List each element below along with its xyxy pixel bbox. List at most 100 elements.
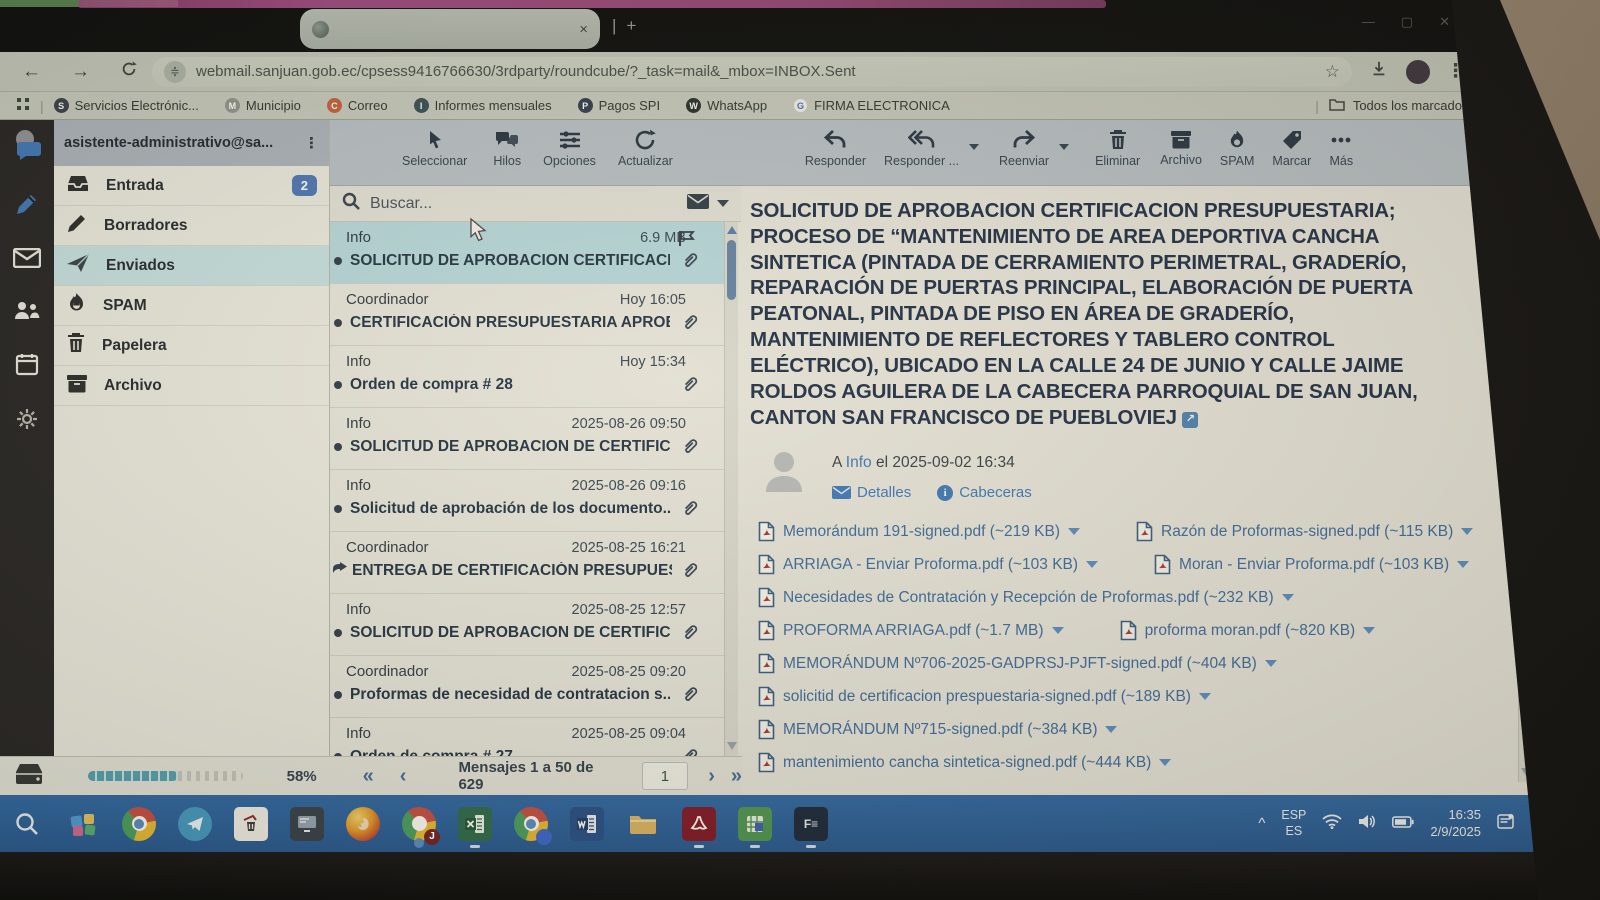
scrollbar-thumb[interactable] (727, 240, 736, 300)
calendar-icon[interactable] (15, 352, 39, 381)
settings-icon[interactable] (15, 407, 39, 436)
bookmark-star-icon[interactable]: ☆ (1325, 62, 1340, 82)
close-icon[interactable]: ✕ (1439, 14, 1450, 30)
bookmark-firma[interactable]: GFIRMA ELECTRONICA (793, 98, 950, 113)
message-row[interactable]: Coordinador2025-08-25 09:20 Proformas de… (330, 656, 724, 718)
attachment-item[interactable]: MEMORÁNDUM Nº706-2025-GADPRSJ-PJFT-signe… (758, 653, 1277, 674)
apps-grid-icon[interactable] (16, 97, 30, 114)
message-row[interactable]: Info2025-08-25 12:57 SOLICITUD DE APROBA… (330, 594, 724, 656)
list-scrollbar[interactable] (724, 222, 738, 756)
attachment-item[interactable]: mantenimiento cancha sintetica-signed.pd… (758, 752, 1171, 773)
reload-icon[interactable] (120, 60, 138, 84)
threads-button[interactable]: Hilos (493, 120, 521, 168)
reply-all-button[interactable]: Responder ... (884, 120, 959, 168)
taskbar-word-icon[interactable] (570, 807, 604, 841)
search-bar[interactable] (330, 186, 741, 222)
prev-page-button[interactable]: ‹ (400, 765, 407, 788)
forward-menu-caret[interactable] (1059, 144, 1069, 150)
site-info-icon[interactable]: ≑ (164, 61, 186, 83)
spam-button[interactable]: SPAM (1220, 120, 1255, 168)
next-page-button[interactable]: › (708, 765, 715, 788)
bookmark-informes[interactable]: IInformes mensuales (414, 98, 552, 113)
battery-icon[interactable] (1392, 815, 1414, 833)
folder-spam[interactable]: SPAM (54, 286, 329, 326)
maximize-icon[interactable]: ▢ (1401, 14, 1413, 30)
reply-button[interactable]: Responder (805, 120, 866, 168)
attachment-item[interactable]: proforma moran.pdf (~820 KB) (1120, 620, 1376, 641)
taskbar-fsc-icon[interactable]: F≡ (794, 807, 828, 841)
browser-menu-icon[interactable]: ⋮ (1446, 60, 1465, 83)
compose-icon[interactable] (14, 191, 40, 222)
last-page-button[interactable]: » (731, 765, 742, 788)
bookmark-correo[interactable]: CCorreo (327, 98, 388, 113)
attachment-item[interactable]: solicitid de certificacion prespuestaria… (758, 686, 1211, 707)
attachment-item[interactable]: ARRIAGA - Enviar Proforma.pdf (~103 KB) (758, 554, 1098, 575)
attachment-item[interactable]: Memorándum 191-signed.pdf (~219 KB) (758, 521, 1080, 542)
message-row[interactable]: Info2025-08-26 09:50 SOLICITUD DE APROBA… (330, 408, 724, 470)
select-button[interactable]: Seleccionar (402, 120, 467, 168)
taskbar-monitor-icon[interactable] (290, 807, 324, 841)
account-menu-icon[interactable]: ⋮ (304, 141, 319, 146)
details-link[interactable]: Detalles (832, 484, 911, 501)
reply-menu-caret[interactable] (969, 144, 979, 150)
all-bookmarks-label[interactable]: Todos los marcadores (1353, 98, 1480, 113)
new-tab-button[interactable]: |+ (612, 16, 646, 36)
bookmark-servicios[interactable]: SServicios Electrónic... (54, 98, 199, 113)
scroll-down-icon[interactable] (1521, 768, 1531, 776)
taskbar-widgets-icon[interactable] (66, 807, 100, 841)
attachment-item[interactable]: PROFORMA ARRIAGA.pdf (~1.7 MB) (758, 620, 1064, 641)
download-icon[interactable] (1370, 60, 1388, 84)
taskbar-chrome-icon[interactable] (122, 807, 156, 841)
refresh-button[interactable]: Actualizar (618, 120, 673, 168)
tray-expand-icon[interactable]: ^ (1258, 815, 1265, 832)
taskbar-recycle-app-icon[interactable] (234, 807, 268, 841)
back-icon[interactable]: ← (22, 61, 41, 83)
account-header[interactable]: asistente-administrativo@sa... ⋮ (54, 120, 329, 166)
attachment-item[interactable]: MEMORÁNDUM Nº715-signed.pdf (~384 KB) (758, 719, 1117, 740)
attachment-item[interactable]: Razón de Proformas-signed.pdf (~115 KB) (1136, 521, 1473, 542)
message-row[interactable]: InfoHoy 15:34 Orden de compra # 28 (330, 346, 724, 408)
mark-button[interactable]: Marcar (1272, 120, 1311, 168)
folder-papelera[interactable]: Papelera (54, 326, 329, 366)
first-page-button[interactable]: « (363, 765, 374, 788)
tab-close-icon[interactable]: × (579, 21, 588, 38)
taskbar-biess-icon[interactable] (738, 807, 772, 841)
message-row[interactable]: CoordinadorHoy 16:05 CERTIFICACIÓN PRESU… (330, 284, 724, 346)
bookmark-whatsapp[interactable]: WWhatsApp (686, 98, 767, 113)
search-input[interactable] (368, 194, 679, 214)
taskbar-chrome-profile-j-icon[interactable]: J (402, 807, 436, 841)
minimize-icon[interactable]: — (1362, 14, 1375, 30)
bookmark-pagos[interactable]: PPagos SPI (578, 98, 660, 113)
scope-envelope-icon[interactable] (687, 194, 709, 214)
scroll-up-icon[interactable] (1521, 200, 1531, 208)
taskbar-file-explorer-icon[interactable] (626, 807, 660, 841)
message-row[interactable]: Coordinador2025-08-25 16:21 ENTREGA DE C… (330, 532, 724, 594)
notifications-icon[interactable] (1497, 813, 1514, 835)
window-controls[interactable]: — ▢ ✕ (1362, 14, 1450, 30)
browser-tab[interactable]: × (300, 9, 600, 49)
profile-avatar[interactable] (1406, 60, 1430, 84)
forward-button[interactable]: Reenviar (999, 120, 1049, 168)
taskbar-chrome-profile-2-icon[interactable] (514, 807, 548, 841)
archive-button[interactable]: Archivo (1160, 120, 1202, 167)
options-button[interactable]: Opciones (543, 120, 596, 168)
headers-link[interactable]: i Cabeceras (937, 484, 1032, 501)
taskbar-acrobat-icon[interactable] (682, 807, 716, 841)
scroll-up-icon[interactable] (727, 226, 737, 234)
page-number-input[interactable]: 1 (642, 762, 689, 790)
more-button[interactable]: Más (1329, 120, 1353, 168)
url-bar[interactable]: ≑ webmail.sanjuan.gob.ec/cpsess941676663… (152, 57, 1352, 87)
wifi-icon[interactable] (1322, 814, 1342, 834)
taskbar-telegram-icon[interactable] (178, 807, 212, 841)
search-options-chevron[interactable] (717, 200, 729, 207)
taskbar-firefox-icon[interactable] (346, 807, 380, 841)
folder-enviados[interactable]: Enviados (54, 246, 329, 286)
volume-icon[interactable] (1358, 814, 1376, 834)
bookmark-municipio[interactable]: MMunicipio (225, 98, 301, 113)
attachment-item[interactable]: Moran - Enviar Proforma.pdf (~103 KB) (1154, 554, 1469, 575)
taskbar-excel-icon[interactable] (458, 807, 492, 841)
message-row[interactable]: Info2025-08-26 09:16 Solicitud de aproba… (330, 470, 724, 532)
attachment-item[interactable]: Necesidades de Contratación y Recepción … (758, 587, 1294, 608)
folder-entrada[interactable]: Entrada 2 (54, 166, 329, 206)
delete-button[interactable]: Eliminar (1095, 120, 1140, 168)
